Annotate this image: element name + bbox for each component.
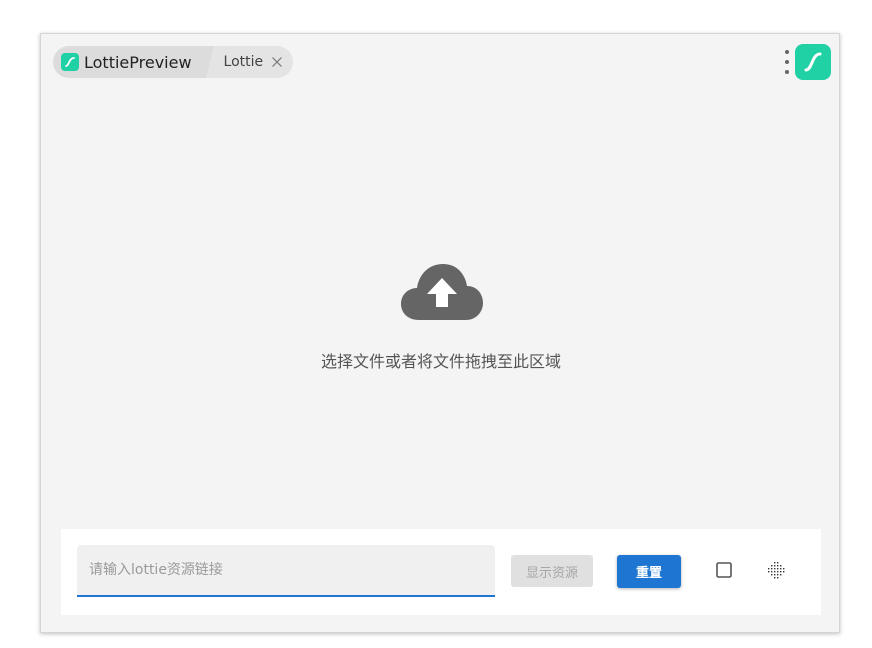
- kebab-dot: [785, 70, 789, 74]
- lottie-logo-icon[interactable]: [795, 44, 831, 80]
- breadcrumb-app-name: LottiePreview: [84, 52, 192, 72]
- more-vertical-icon[interactable]: [783, 50, 791, 74]
- breadcrumb-root[interactable]: LottiePreview: [53, 46, 214, 78]
- breadcrumb-tab-label: Lottie: [223, 54, 264, 70]
- reset-button[interactable]: 重置: [617, 555, 681, 588]
- lottie-url-input[interactable]: [77, 545, 495, 597]
- show-resource-button[interactable]: 显示资源: [511, 555, 593, 587]
- cloud-upload-icon: [401, 264, 483, 320]
- checkbox-square-icon[interactable]: [715, 561, 733, 579]
- breadcrumb-tab-lottie[interactable]: Lottie: [205, 46, 294, 78]
- close-icon[interactable]: [269, 54, 285, 70]
- kebab-dot: [785, 50, 789, 54]
- dotted-grid-icon[interactable]: [767, 561, 785, 579]
- dropzone-text: 选择文件或者将文件拖拽至此区域: [320, 352, 561, 371]
- app-window: LottiePreview Lottie 选择文件或者将文件拖拽至此区域 显示: [40, 33, 840, 633]
- breadcrumb: LottiePreview Lottie: [53, 46, 294, 78]
- file-dropzone[interactable]: 选择文件或者将文件拖拽至此区域: [61, 114, 821, 522]
- lottie-logo-icon: [61, 53, 79, 71]
- bottom-toolbar: 显示资源 重置: [61, 529, 821, 615]
- kebab-dot: [785, 60, 789, 64]
